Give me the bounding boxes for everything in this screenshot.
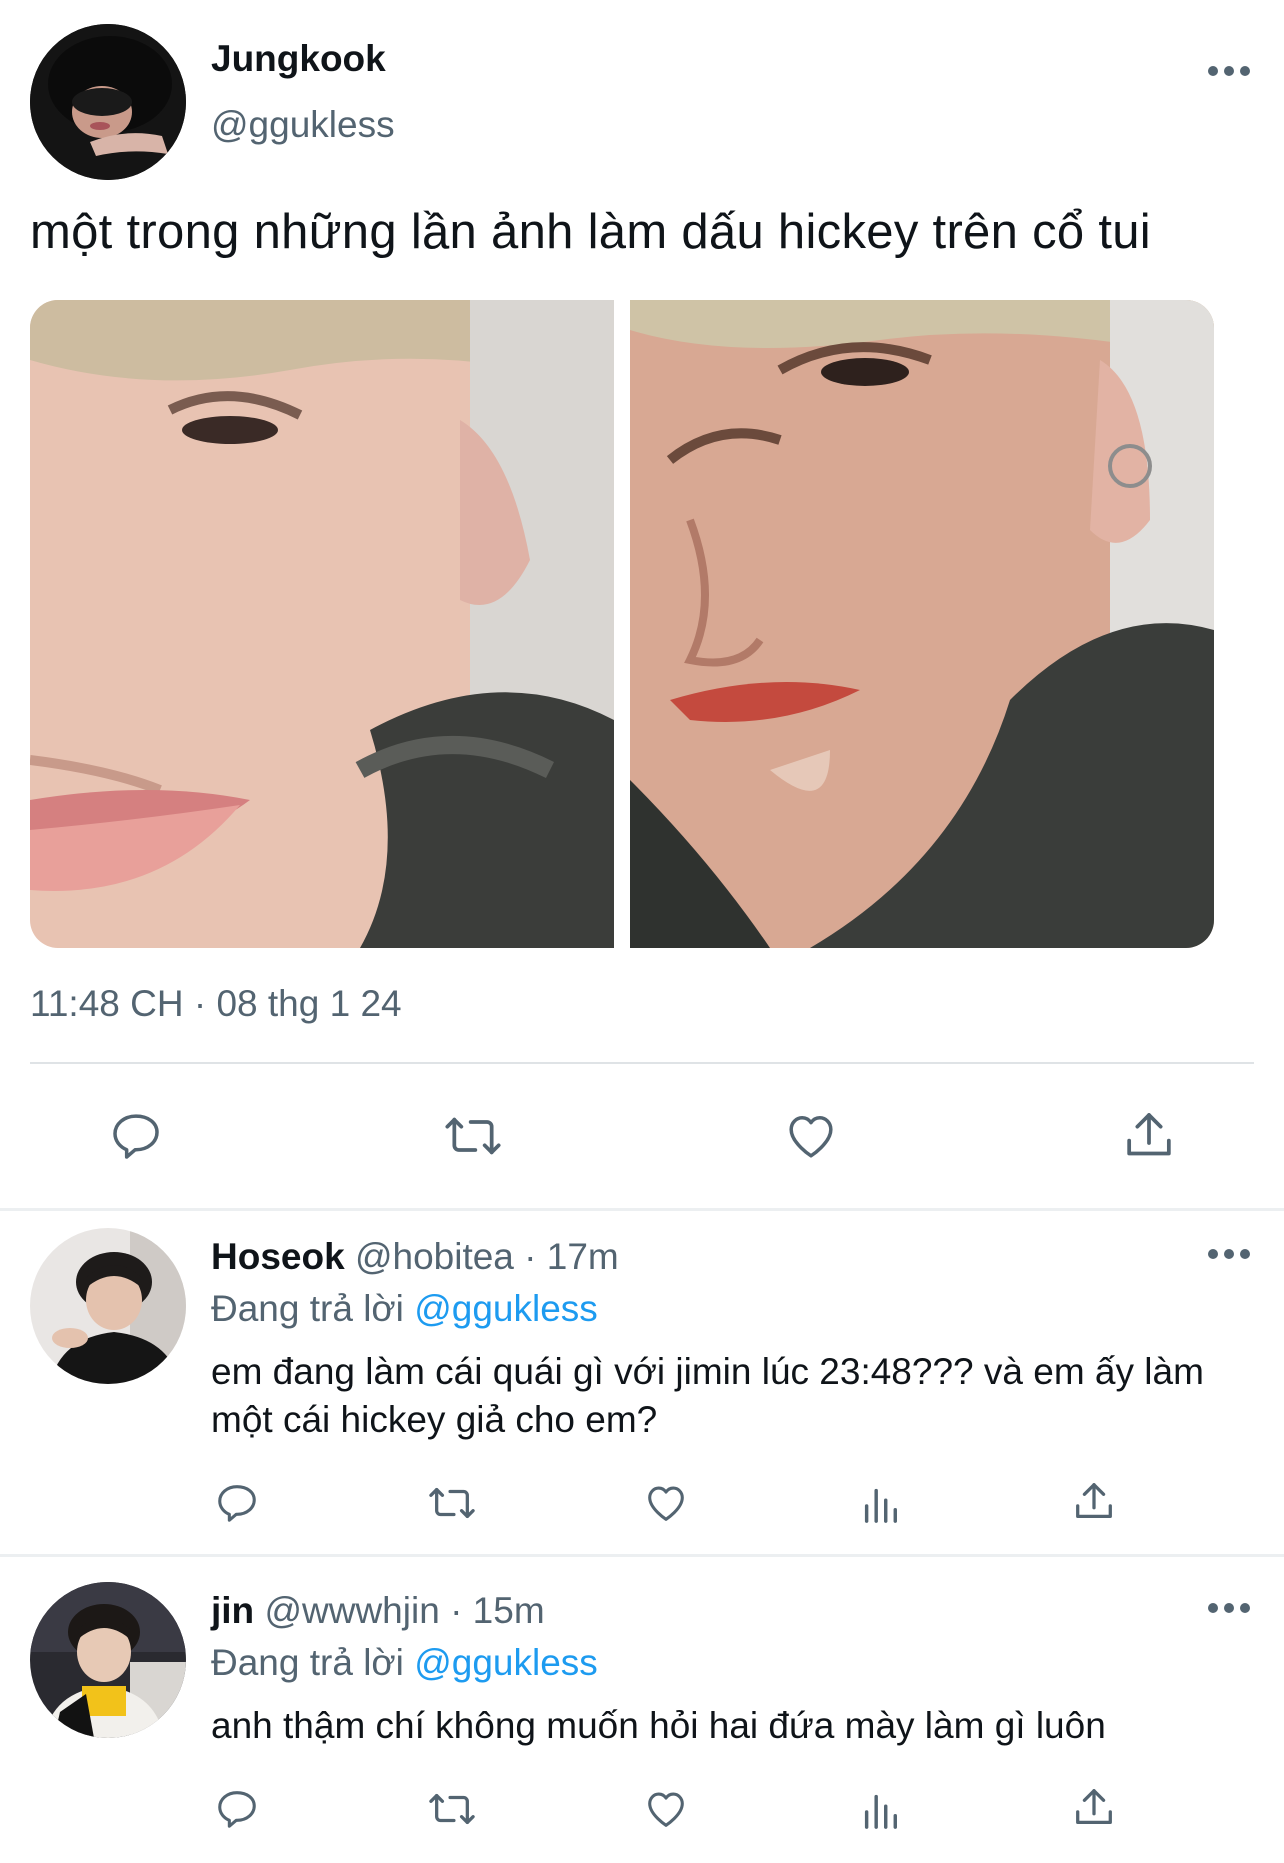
photo-1[interactable] xyxy=(30,300,614,948)
section-divider xyxy=(0,1208,1284,1211)
like-icon[interactable] xyxy=(641,1786,691,1832)
reply-author-name[interactable]: jin xyxy=(211,1590,254,1631)
separator-dot: · xyxy=(524,1236,537,1277)
tweet-media[interactable] xyxy=(30,300,1214,948)
reply-text: anh thậm chí không muốn hỏi hai đứa mày … xyxy=(211,1705,1106,1746)
reply-author-handle[interactable]: @wwwhjin xyxy=(264,1590,439,1631)
share-icon[interactable] xyxy=(1070,1784,1118,1832)
replying-prefix: Đang trả lời xyxy=(211,1288,404,1329)
reply-time[interactable]: 17m xyxy=(547,1236,619,1277)
share-icon[interactable] xyxy=(1120,1106,1178,1166)
reply-text: em đang làm cái quái gì với jimin lúc 23… xyxy=(211,1351,1204,1440)
reply-icon[interactable] xyxy=(212,1786,262,1832)
reply-time[interactable]: 15m xyxy=(473,1590,545,1631)
like-icon[interactable] xyxy=(641,1480,691,1526)
analytics-icon[interactable] xyxy=(858,1788,902,1832)
author-handle[interactable]: @ggukless xyxy=(211,104,395,146)
tweet-timestamp: 11:48 CH · 08 thg 1 24 xyxy=(30,983,402,1024)
like-icon[interactable] xyxy=(780,1108,842,1164)
retweet-icon[interactable] xyxy=(424,1786,480,1832)
replying-prefix: Đang trả lời xyxy=(211,1642,404,1683)
more-options-icon[interactable] xyxy=(1205,1601,1253,1621)
reply-header: Hoseok @hobitea · 17m xyxy=(211,1236,619,1278)
separator-dot: · xyxy=(450,1590,463,1631)
retweet-icon[interactable] xyxy=(438,1108,508,1164)
author-avatar[interactable] xyxy=(30,24,186,180)
retweet-icon[interactable] xyxy=(424,1480,480,1526)
divider xyxy=(30,1062,1254,1064)
author-name[interactable]: Jungkook xyxy=(211,38,386,80)
reply-avatar-jin[interactable] xyxy=(30,1582,186,1738)
reply-avatar-hoseok[interactable] xyxy=(30,1228,186,1384)
reply-author-handle[interactable]: @hobitea xyxy=(355,1236,514,1277)
reply-author-name[interactable]: Hoseok xyxy=(211,1236,345,1277)
replying-to-link[interactable]: @ggukless xyxy=(414,1288,598,1329)
analytics-icon[interactable] xyxy=(858,1482,902,1526)
reply-icon[interactable] xyxy=(104,1108,168,1164)
photo-2[interactable] xyxy=(630,300,1214,948)
more-options-icon[interactable] xyxy=(1205,1247,1253,1267)
replying-to-link[interactable]: @ggukless xyxy=(414,1642,598,1683)
reply-icon[interactable] xyxy=(212,1480,262,1526)
more-options-icon[interactable] xyxy=(1205,64,1253,84)
replying-to: Đang trả lời @ggukless xyxy=(211,1642,598,1684)
tweet-text: một trong những lần ảnh làm dấu hickey t… xyxy=(30,205,1151,259)
reply-header: jin @wwwhjin · 15m xyxy=(211,1590,545,1632)
section-divider xyxy=(0,1554,1284,1557)
share-icon[interactable] xyxy=(1070,1478,1118,1526)
replying-to: Đang trả lời @ggukless xyxy=(211,1288,598,1330)
